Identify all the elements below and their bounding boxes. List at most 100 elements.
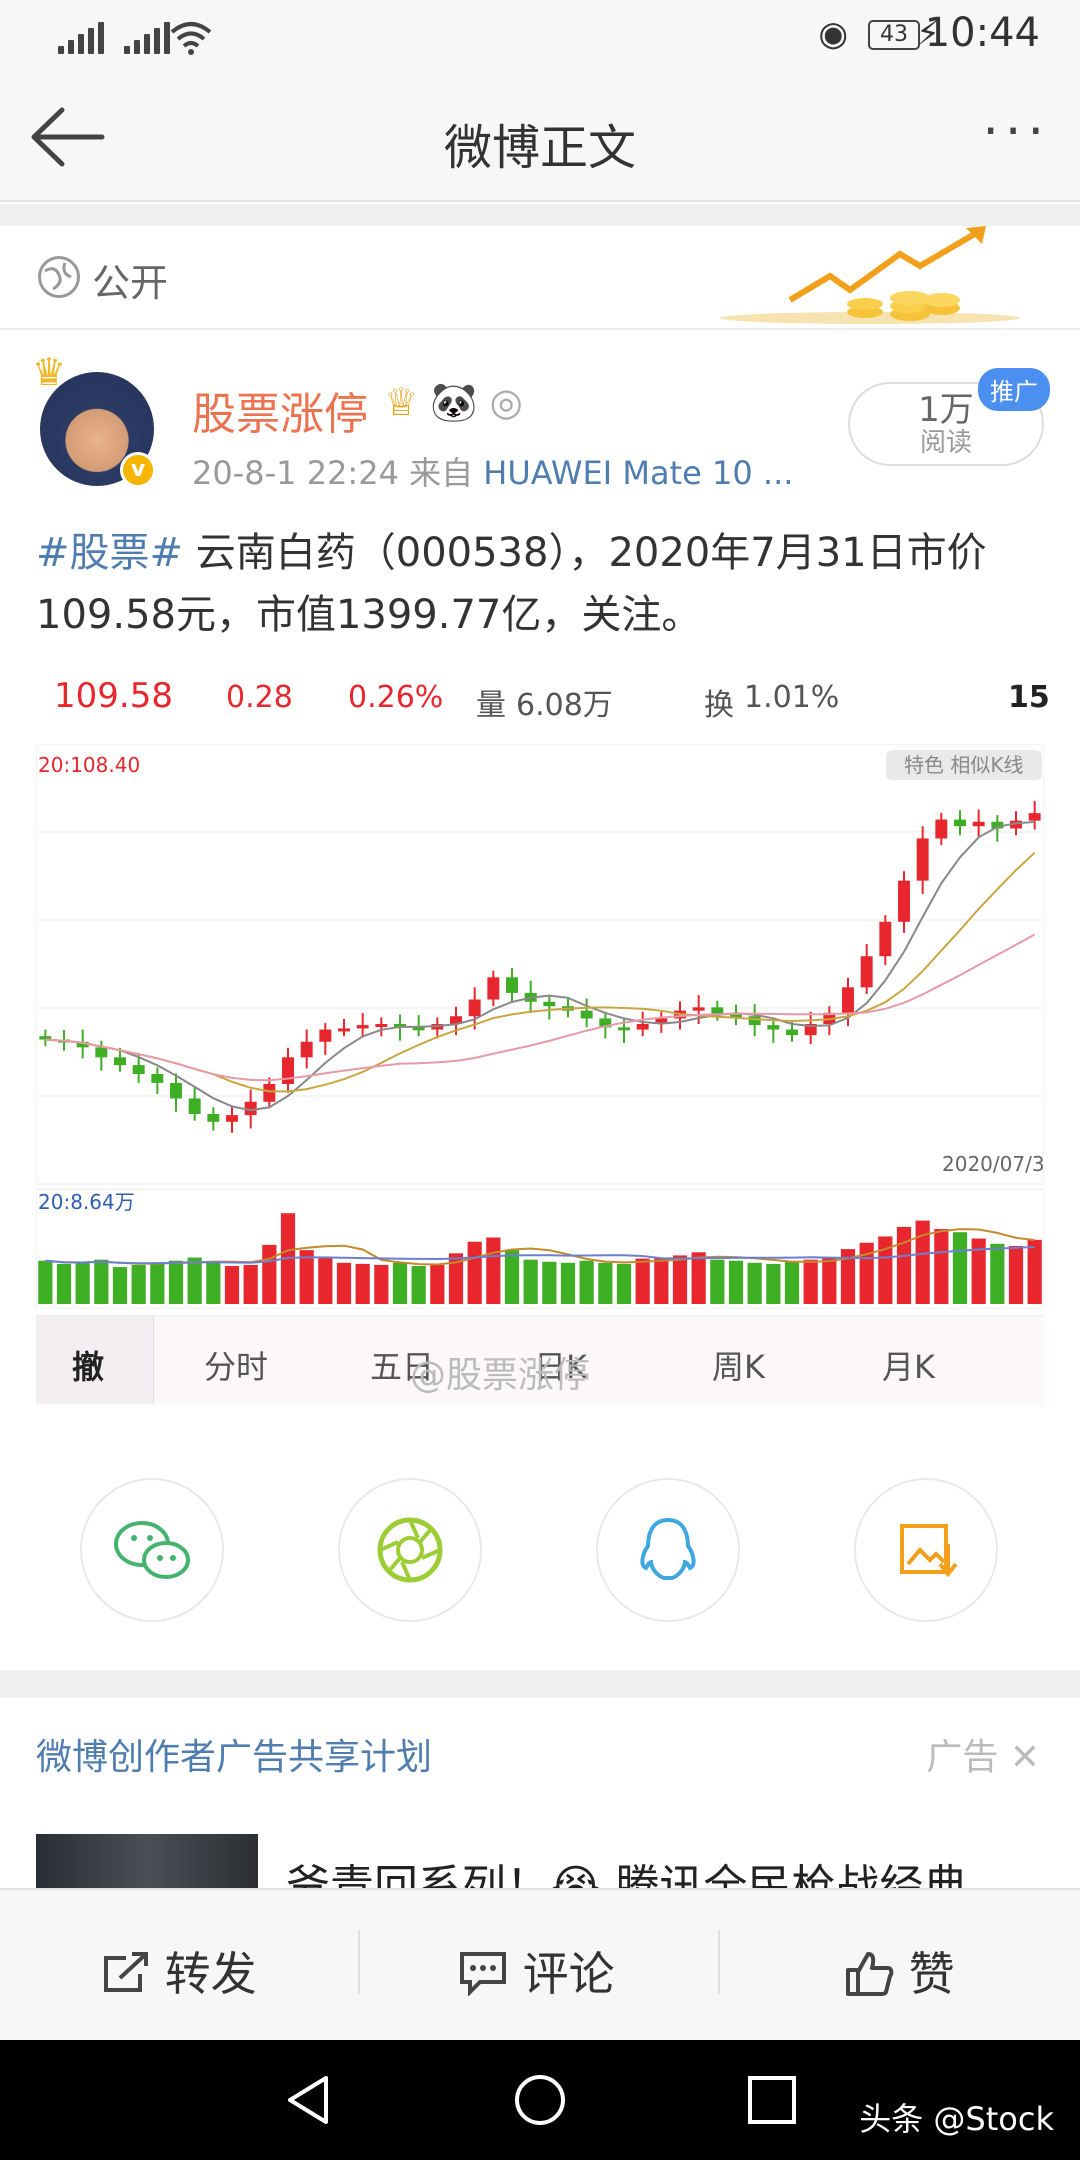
comment-icon (460, 1952, 506, 1997)
volume-label: 量 (476, 688, 506, 723)
volume-bar (990, 1243, 1005, 1304)
volume-bar (579, 1260, 594, 1304)
volume-bar (355, 1263, 370, 1304)
tab-cancel[interactable]: 撤 (72, 1342, 104, 1388)
ad-tag-label: 广告 (926, 1737, 999, 1778)
nav-back-icon[interactable] (280, 2072, 336, 2128)
volume-bar (952, 1232, 968, 1304)
tab-intraday[interactable]: 分时 (204, 1342, 268, 1388)
post-source[interactable]: HUAWEI Mate 10 ... (483, 454, 793, 492)
volume-bar (187, 1257, 202, 1304)
volume-bar (38, 1260, 53, 1304)
post-date: 20-8-1 22:24 (192, 454, 399, 492)
tab-month-k[interactable]: 月K (882, 1342, 935, 1388)
candle-body (263, 1084, 276, 1102)
volume-bar (206, 1261, 221, 1304)
candle-body (860, 956, 873, 988)
candle-body (356, 1025, 369, 1029)
volume-bar (784, 1261, 800, 1304)
candle-body (618, 1027, 630, 1031)
close-icon[interactable]: ✕ (998, 1737, 1040, 1778)
cellular-signal-2-icon (124, 18, 170, 54)
user-badges: ♕ 🐼 ◎ (384, 380, 523, 425)
wechat-icon (114, 1521, 190, 1579)
volume-bar (822, 1257, 837, 1304)
rising-chart-decoration (720, 226, 1020, 324)
candle-body (226, 1115, 238, 1122)
username[interactable]: 股票涨停 (192, 378, 368, 442)
candle-body (580, 1010, 593, 1019)
ma-label: 20:108.40 (38, 753, 140, 777)
volume-ma-label: 20:8.64万 (38, 1190, 135, 1214)
repost-button[interactable]: 转发 (100, 1938, 257, 2004)
share-qq-button[interactable] (596, 1478, 740, 1622)
candle-body (114, 1057, 126, 1066)
save-image-icon (900, 1524, 958, 1578)
nav-bar: 微博正文 ··· (0, 72, 1080, 202)
volume-bar (224, 1266, 240, 1304)
volume-bar (598, 1262, 613, 1304)
cellular-signal-icon (58, 18, 104, 54)
ad-program-link[interactable]: 微博创作者广告共享计划 (36, 1728, 432, 1780)
volume-bar (374, 1264, 389, 1304)
volume-bar (168, 1260, 184, 1304)
save-image-button[interactable] (854, 1478, 998, 1622)
candle-body (170, 1082, 182, 1099)
volume-bar (766, 1263, 781, 1304)
divider (0, 204, 1080, 226)
nav-recents-icon[interactable] (744, 2072, 800, 2128)
candle-body (748, 1016, 761, 1026)
quote-change-pct: 0.26% (348, 680, 444, 715)
stock-chart[interactable]: 20:108.40 特色 相似K线 2020/07/31 20:8.64万 (36, 744, 1044, 1309)
candle-body (767, 1025, 780, 1030)
corner-watermark: 头条 @Stock (859, 2100, 1054, 2138)
volume-bar (392, 1262, 408, 1304)
candle-body (1028, 813, 1041, 821)
feature-label[interactable]: 特色 相似K线 (904, 753, 1023, 777)
volume-bar (803, 1259, 818, 1304)
status-bar: ◉ 43 ⚡ 10:44 (0, 0, 1080, 72)
tab-week-k[interactable]: 周K (712, 1342, 765, 1388)
candle-body (692, 1007, 705, 1011)
volume-bar (934, 1229, 949, 1304)
volume-bar (747, 1262, 762, 1304)
clock: 10:44 (924, 10, 1040, 56)
volume-bar (56, 1263, 72, 1304)
source-prefix: 来自 (409, 454, 474, 492)
volume-bar (243, 1264, 258, 1304)
ad-tag: 广告 ✕ (926, 1728, 1040, 1780)
like-button[interactable]: 赞 (844, 1938, 955, 2004)
share-wechat-button[interactable] (80, 1478, 224, 1622)
candle-body (319, 1029, 332, 1042)
volume-bar (691, 1252, 706, 1304)
ad-section: 微博创作者广告共享计划 广告 ✕ 爷青回系列！😭 腾讯全民枪战经典 (0, 1698, 1080, 1912)
qq-icon (640, 1517, 696, 1580)
nav-home-icon[interactable] (512, 2072, 568, 2128)
image-watermark: @股票涨停 (410, 1355, 591, 1396)
hashtag-link[interactable]: #股票# (36, 530, 183, 576)
volume-bar (635, 1258, 650, 1304)
post-text: #股票# 云南白药（000538），2020年7月31日市价109.58元，市值… (36, 522, 1046, 646)
volume-bar (131, 1264, 146, 1304)
volume-bar (728, 1260, 744, 1304)
candle-body (879, 921, 892, 957)
visibility-label: 公开 (92, 261, 169, 305)
comment-button[interactable]: 评论 (458, 1938, 615, 2004)
share-moments-button[interactable] (338, 1478, 482, 1622)
thumbs-up-icon (846, 1952, 894, 1996)
system-nav-bar: 头条 @Stock (0, 2040, 1080, 2160)
candle-body (898, 880, 910, 922)
candle-body (132, 1065, 145, 1074)
candle-body (842, 987, 854, 1013)
more-options-icon[interactable]: ··· (982, 106, 1050, 158)
verified-badge-icon: v (120, 452, 156, 488)
date-label: 2020/07/31 (942, 1152, 1044, 1176)
candle-body (375, 1024, 388, 1027)
volume-bar (1008, 1245, 1024, 1304)
ad-thumbnail[interactable] (36, 1834, 258, 1894)
battery-icon: 43 (868, 20, 920, 50)
candle-body (786, 1029, 798, 1036)
volume-bar (262, 1244, 277, 1304)
volume-bar (336, 1262, 352, 1304)
crown-icon: ♛ (32, 350, 67, 394)
